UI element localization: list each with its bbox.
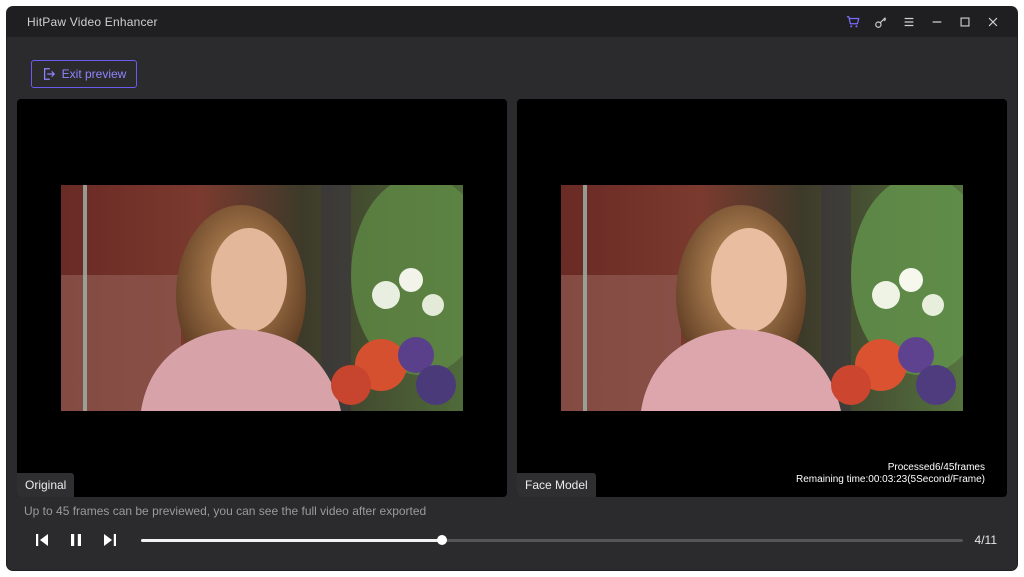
processed-frames-text: Processed6/45frames	[887, 462, 985, 473]
close-icon[interactable]	[985, 14, 1001, 30]
app-window: HitPaw Video Enhancer Exit preview Origi…	[7, 7, 1017, 570]
title-bar: HitPaw Video Enhancer	[7, 7, 1017, 37]
toolbar: Exit preview	[7, 37, 1017, 99]
next-frame-icon[interactable]	[101, 531, 119, 549]
pause-icon[interactable]	[67, 531, 85, 549]
title-controls	[845, 7, 1001, 37]
cart-icon[interactable]	[845, 14, 861, 30]
progress-fill	[141, 539, 442, 542]
original-video-frame	[61, 185, 463, 411]
playback-footer: Up to 45 frames can be previewed, you ca…	[17, 497, 1007, 570]
original-label: Original	[17, 473, 75, 497]
preview-hint: Up to 45 frames can be previewed, you ca…	[24, 504, 427, 518]
menu-icon[interactable]	[901, 14, 917, 30]
enhanced-preview-pane: Face Model Processed6/45frames Remaining…	[517, 99, 1007, 497]
exit-preview-label: Exit preview	[61, 67, 127, 81]
frame-counter: 4/11	[974, 533, 997, 547]
playback-controls: 4/11	[17, 525, 1007, 555]
key-icon[interactable]	[873, 14, 889, 30]
enhanced-video-frame	[561, 185, 963, 411]
minimize-icon[interactable]	[929, 14, 945, 30]
remaining-time-text: Remaining time:00:03:23(5Second/Frame)	[796, 474, 985, 485]
exit-icon	[42, 67, 56, 81]
progress-thumb[interactable]	[436, 535, 447, 545]
maximize-icon[interactable]	[957, 14, 973, 30]
model-label: Face Model	[517, 473, 596, 497]
processing-info: Processed6/45frames Remaining time:00:03…	[796, 462, 985, 486]
progress-slider[interactable]	[141, 535, 963, 545]
exit-preview-button[interactable]: Exit preview	[31, 60, 137, 88]
original-preview-pane: Original	[17, 99, 507, 497]
previous-frame-icon[interactable]	[33, 531, 51, 549]
app-title: HitPaw Video Enhancer	[27, 15, 158, 29]
